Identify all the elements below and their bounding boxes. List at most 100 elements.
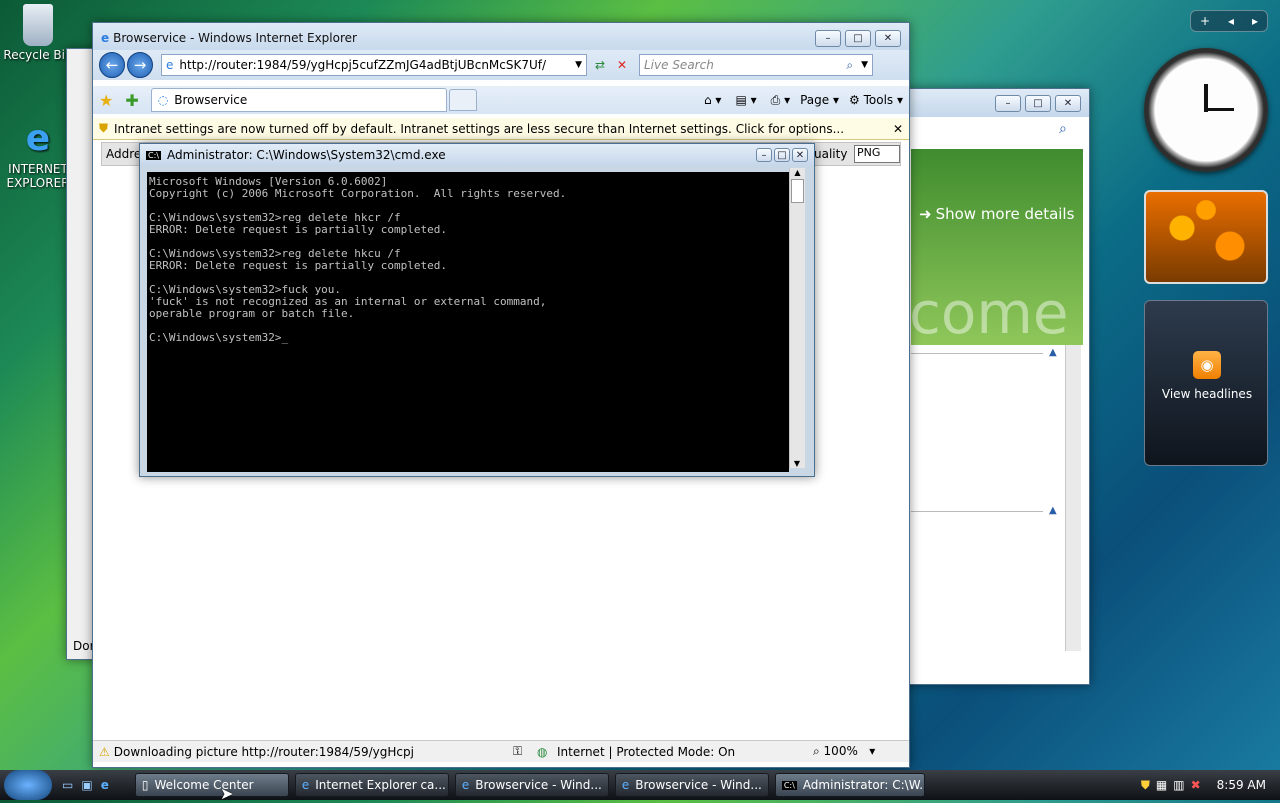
tab-browservice[interactable]: ◌ Browservice xyxy=(150,88,447,112)
sidebar-controls[interactable]: + ◂ ▸ xyxy=(1190,10,1268,32)
zone-lock-icon: ⚿ xyxy=(513,744,523,758)
zone-text[interactable]: Internet | Protected Mode: On xyxy=(557,745,735,759)
quality-label: uality xyxy=(814,147,848,161)
taskbar-item-browservice-2[interactable]: e Browservice - Wind... xyxy=(614,773,769,797)
print-icon[interactable]: ⎙ ▾ xyxy=(771,93,790,108)
infobar-close-icon[interactable]: ✕ xyxy=(893,122,903,136)
search-box[interactable]: Live Search ⌕ ▼ xyxy=(639,54,873,76)
add-favorites-icon[interactable]: ✚ xyxy=(125,91,138,110)
taskbar-label: Internet Explorer ca... xyxy=(315,778,446,792)
welcome-search-icon[interactable]: ⌕ xyxy=(1059,121,1067,137)
tab-label: Browservice xyxy=(174,93,248,107)
zoom-control[interactable]: ⌕ 100% ▾ xyxy=(813,744,875,759)
console-output[interactable]: Microsoft Windows [Version 6.0.6002] Cop… xyxy=(147,172,789,472)
close-button[interactable]: ✕ xyxy=(875,29,901,47)
slideshow-gadget[interactable] xyxy=(1144,190,1268,284)
forward-arrow-icon[interactable]: → xyxy=(127,52,153,78)
page-menu[interactable]: Page ▾ xyxy=(800,93,839,107)
recycle-bin-label: Recycle Bin xyxy=(3,48,73,62)
shield-icon: ⛊ xyxy=(99,121,109,135)
welcome-caption-buttons: – □ ✕ xyxy=(995,94,1081,112)
add-gadget-icon[interactable]: + xyxy=(1200,14,1210,28)
search-dropdown-icon[interactable]: ▼ xyxy=(861,60,868,70)
welcome-scrollbar[interactable] xyxy=(1065,345,1081,651)
cmd-window[interactable]: C:\ Administrator: C:\Windows\System32\c… xyxy=(139,143,815,477)
warning-icon: ⚠ xyxy=(99,744,110,759)
status-text: Downloading picture http://router:1984/5… xyxy=(113,744,414,759)
feed-headlines-gadget[interactable]: ◉ View headlines xyxy=(1144,300,1268,466)
sidebar-tray-icon[interactable]: ▥ xyxy=(1173,778,1184,792)
address-bar[interactable]: e http://router:1984/59/ygHcpj5cufZZmJG4… xyxy=(161,54,587,76)
ie-icon: e xyxy=(461,778,470,792)
search-icon[interactable]: ⌕ xyxy=(846,58,853,73)
url-text: http://router:1984/59/ygHcpj5cufZZmJG4ad… xyxy=(179,58,547,72)
clock-gadget[interactable] xyxy=(1144,48,1268,172)
taskbar-item-browservice-1[interactable]: e Browservice - Wind... xyxy=(454,773,609,797)
arrow-right-icon: ➜ xyxy=(919,205,932,223)
scroll-down-arrow-icon[interactable]: ▼ xyxy=(790,459,804,468)
cmd-titlebar[interactable]: C:\ Administrator: C:\Windows\System32\c… xyxy=(140,144,814,166)
system-clock[interactable]: 8:59 AM xyxy=(1217,778,1266,792)
cmd-icon: C:\ xyxy=(781,780,797,790)
back-arrow-icon[interactable]: ← xyxy=(99,52,125,78)
show-more-details-link[interactable]: ➜ Show more details xyxy=(919,205,1074,223)
taskbar-item-ie-ca[interactable]: e Internet Explorer ca... xyxy=(294,773,449,797)
search-input[interactable]: Live Search xyxy=(644,58,714,72)
refresh-icon[interactable]: ⇄ xyxy=(589,58,611,72)
stop-icon[interactable]: ✕ xyxy=(611,58,633,72)
taskbar-item-cmd[interactable]: C:\ Administrator: C:\W... xyxy=(774,773,925,797)
network-icon[interactable]: ▦ xyxy=(1156,778,1167,792)
new-tab-button[interactable] xyxy=(448,89,477,111)
close-button[interactable]: ✕ xyxy=(1055,94,1081,112)
welcome-titlebar[interactable]: – □ ✕ xyxy=(881,89,1089,117)
maximize-button[interactable]: □ xyxy=(1025,94,1051,112)
taskbar-label: Administrator: C:\W... xyxy=(802,778,925,792)
ie-icon: e xyxy=(301,778,310,792)
minimize-button[interactable]: – xyxy=(756,148,772,162)
recycle-bin-icon[interactable]: Recycle Bin xyxy=(0,4,76,62)
globe-icon: ◍ xyxy=(537,744,548,759)
favorites-star-icon[interactable]: ★ xyxy=(99,91,113,110)
cmd-scrollbar[interactable]: ▲ ▼ xyxy=(789,168,805,468)
view-headlines-link[interactable]: View headlines xyxy=(1145,387,1269,401)
previous-icon[interactable]: ◂ xyxy=(1228,14,1234,28)
tools-menu-label: Tools xyxy=(863,93,894,107)
minimize-button[interactable]: – xyxy=(995,94,1021,112)
minute-hand xyxy=(1204,108,1234,111)
information-bar[interactable]: ⛊ Intranet settings are now turned off b… xyxy=(93,118,909,140)
feeds-icon[interactable]: ▤ ▾ xyxy=(735,93,756,107)
welcome-divider-1 xyxy=(911,353,1043,354)
scroll-thumb[interactable] xyxy=(791,179,804,203)
home-icon[interactable]: ⌂ ▾ xyxy=(704,93,721,107)
switch-windows-icon[interactable]: ▣ xyxy=(81,778,92,792)
scroll-up-arrow-icon[interactable]: ▲ xyxy=(790,168,805,177)
welcome-divider-2 xyxy=(911,511,1043,512)
show-desktop-icon[interactable]: ▭ xyxy=(62,778,73,792)
volume-muted-icon[interactable]: ✖ xyxy=(1191,778,1201,792)
tools-menu[interactable]: ⚙ Tools ▾ xyxy=(849,93,903,107)
security-shield-icon[interactable]: ⛊ xyxy=(1141,778,1150,793)
cmd-window-title: Administrator: C:\Windows\System32\cmd.e… xyxy=(166,148,446,162)
rss-icon: ◉ xyxy=(1193,351,1221,379)
welcome-watermark: come xyxy=(909,279,1069,347)
infobar-text: Intranet settings are now turned off by … xyxy=(114,121,845,136)
welcome-center-window[interactable]: – □ ✕ ⌕ ➜ Show more details come ▲ ▲ xyxy=(880,88,1090,685)
next-icon[interactable]: ▸ xyxy=(1252,14,1258,28)
format-select[interactable]: PNG xyxy=(854,145,900,163)
minimize-button[interactable]: – xyxy=(815,29,841,47)
collapse-arrow-icon[interactable]: ▲ xyxy=(1049,347,1057,358)
ie-titlebar[interactable]: e Browservice - Windows Internet Explore… xyxy=(93,23,909,53)
address-dropdown-icon[interactable]: ▼ xyxy=(575,60,582,70)
maximize-button[interactable]: □ xyxy=(845,29,871,47)
taskbar-label: Browservice - Wind... xyxy=(475,778,602,792)
ie-title-icon: e xyxy=(101,31,110,45)
maximize-button[interactable]: □ xyxy=(774,148,790,162)
collapse-arrow-icon-2[interactable]: ▲ xyxy=(1049,505,1057,516)
taskbar-item-welcome-center[interactable]: ▯ Welcome Center xyxy=(134,773,289,797)
close-button[interactable]: ✕ xyxy=(792,148,808,162)
internet-explorer-desktop-icon[interactable]: e INTERNET EXPLORER xyxy=(0,118,76,190)
start-button[interactable] xyxy=(4,770,52,800)
notification-area: ⛊ ▦ ▥ ✖ 8:59 AM xyxy=(1141,778,1280,793)
zoom-value: 100% xyxy=(823,744,858,758)
ie-quicklaunch-icon[interactable]: e xyxy=(101,778,109,792)
